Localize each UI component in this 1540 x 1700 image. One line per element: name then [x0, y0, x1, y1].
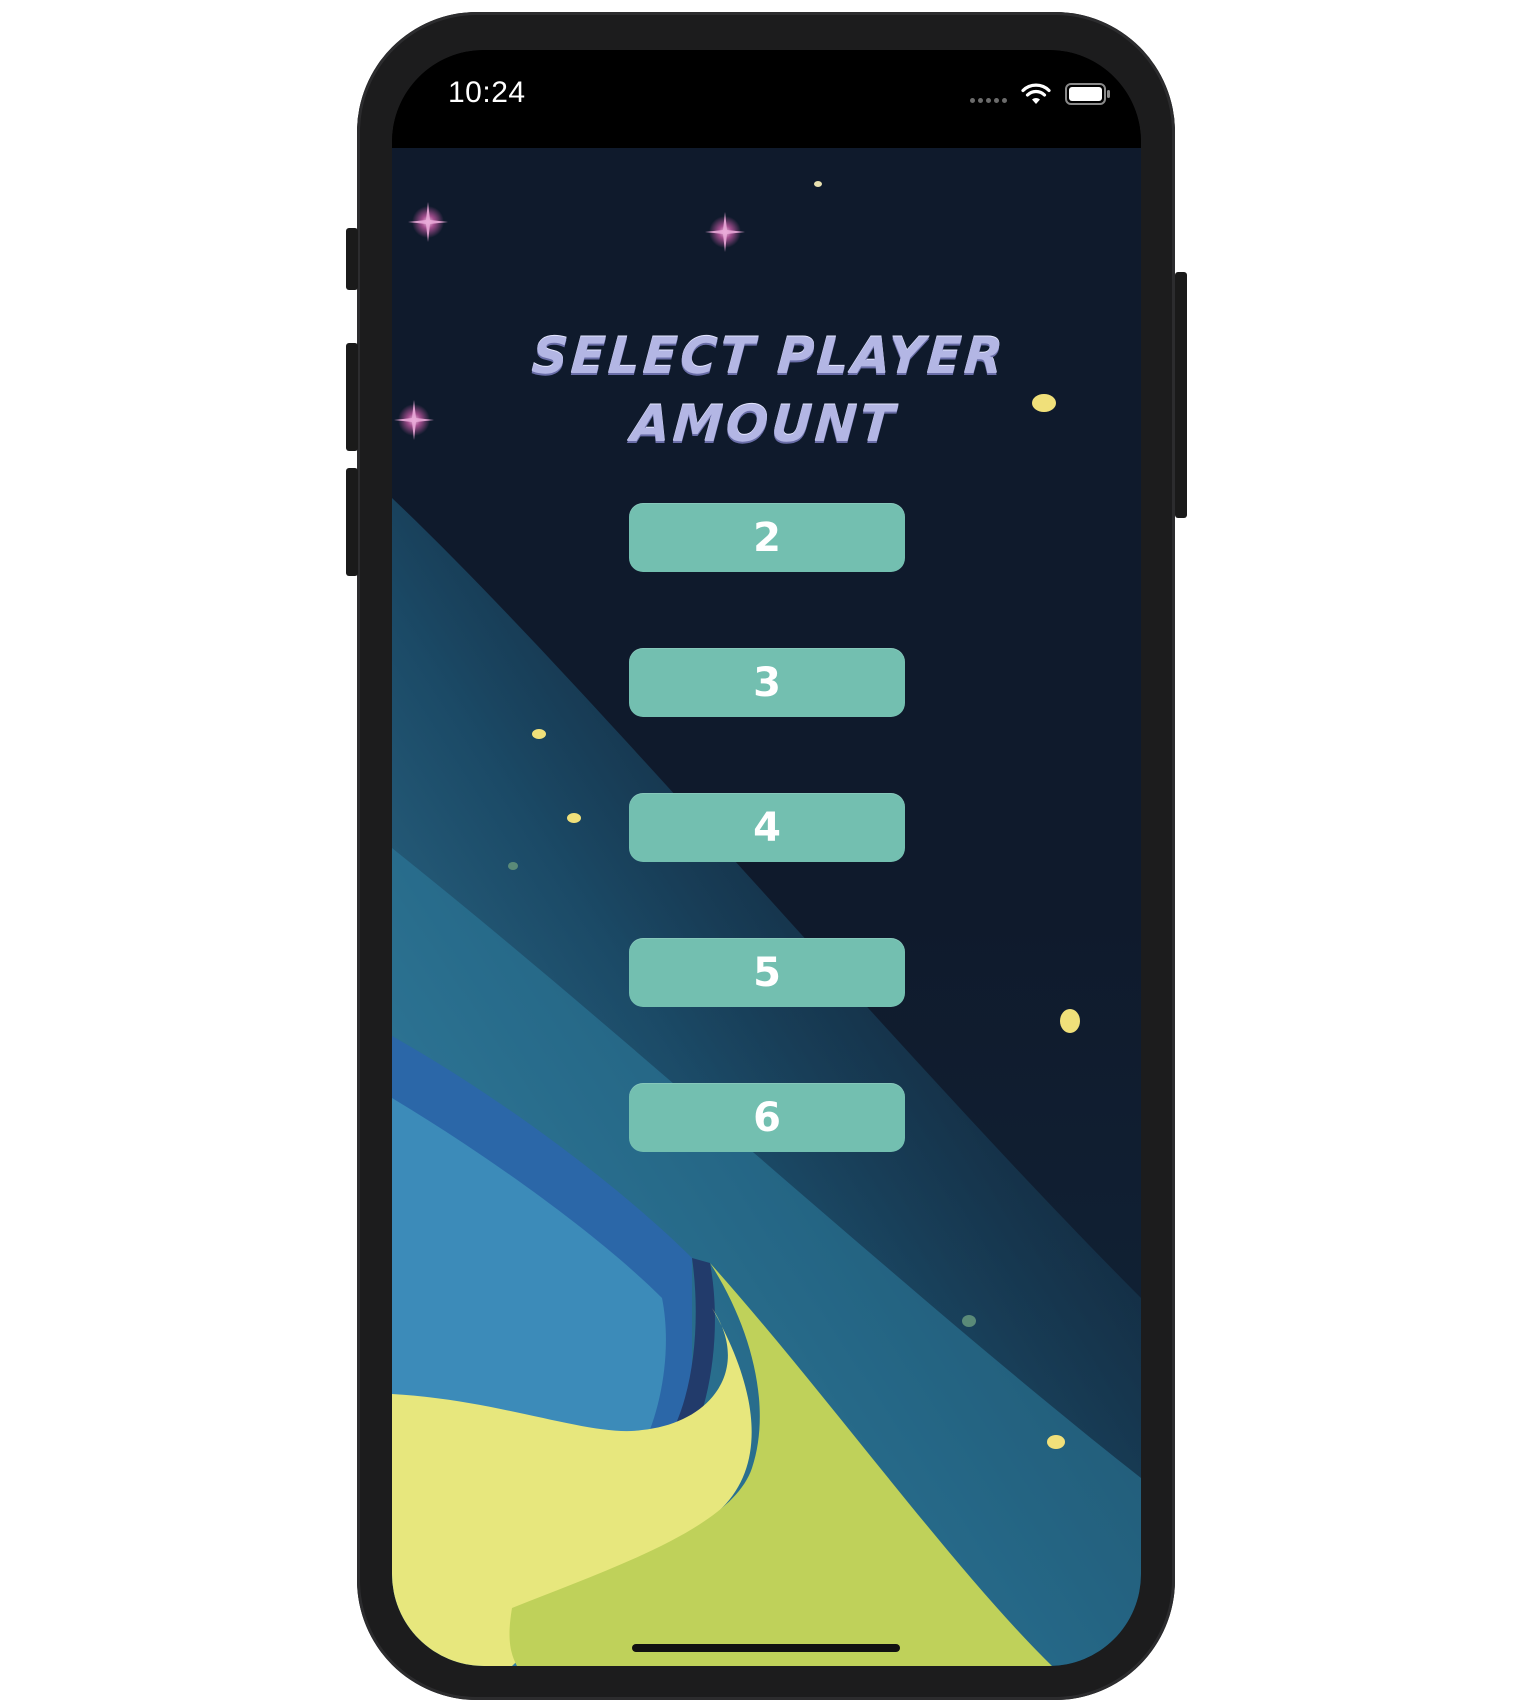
- silent-switch: [346, 228, 358, 290]
- player-count-4-button[interactable]: 4: [629, 793, 905, 862]
- cellular-signal-icon: [970, 97, 1007, 103]
- power-button: [1175, 272, 1187, 518]
- phone-screen: 10:24 SELECT PLAYER AMOUNT 2 3 4 5 6: [392, 50, 1141, 1666]
- battery-icon: [1065, 83, 1110, 105]
- volume-up-button: [346, 343, 358, 451]
- volume-down-button: [346, 468, 358, 576]
- player-count-6-button[interactable]: 6: [629, 1083, 905, 1152]
- home-indicator[interactable]: [632, 1644, 900, 1652]
- status-time: 10:24: [448, 76, 526, 109]
- player-count-5-button[interactable]: 5: [629, 938, 905, 1007]
- wifi-icon: [1021, 83, 1051, 104]
- player-count-2-button[interactable]: 2: [629, 503, 905, 572]
- page-title-line-1: SELECT PLAYER: [529, 327, 1008, 385]
- game-view: SELECT PLAYER AMOUNT 2 3 4 5 6: [392, 148, 1141, 1666]
- status-icons: [970, 82, 1111, 106]
- player-count-3-button[interactable]: 3: [629, 648, 905, 717]
- status-bar: 10:24: [392, 50, 1141, 148]
- notch: [560, 50, 974, 110]
- page-title-line-2: AMOUNT: [629, 395, 899, 453]
- page-title: SELECT PLAYER AMOUNT: [392, 322, 1141, 458]
